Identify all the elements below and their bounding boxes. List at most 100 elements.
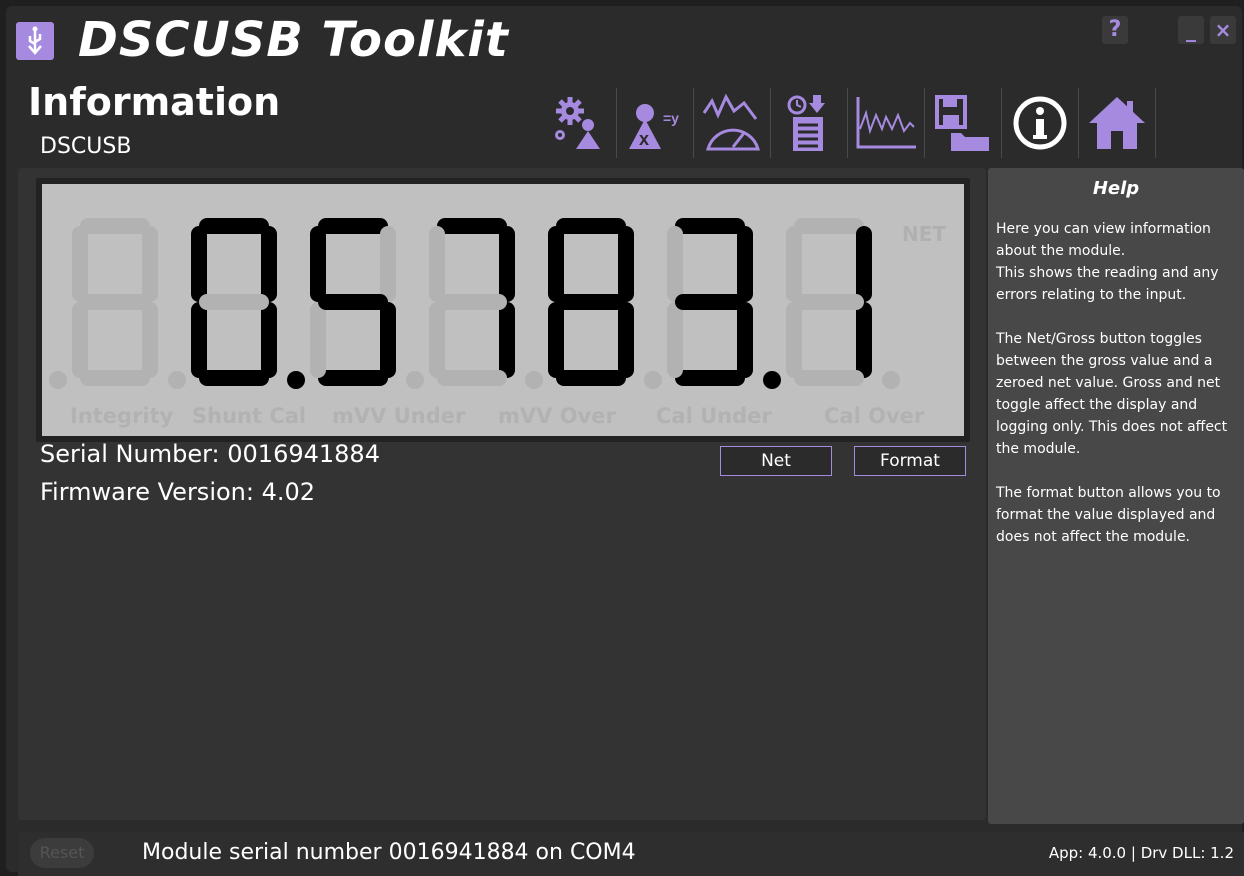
net-indicator: NET	[902, 222, 947, 246]
lcd-segment-g	[199, 294, 269, 310]
gauge-icon[interactable]	[694, 88, 771, 158]
flag-cal-over: Cal Over	[824, 404, 925, 428]
reset-button[interactable]: Reset	[30, 838, 94, 868]
version-info: App: 4.0.0 | Drv DLL: 1.2	[1048, 844, 1234, 862]
svg-text:x: x	[639, 129, 649, 149]
lcd-segment-d	[199, 370, 269, 386]
datalog-icon[interactable]	[771, 88, 848, 158]
lcd-segment-a	[556, 218, 626, 234]
lcd-decimal-point	[49, 371, 67, 389]
firmware-version-row: Firmware Version: 4.02	[40, 478, 315, 506]
help-button[interactable]: ?	[1102, 16, 1128, 44]
close-button[interactable]: ×	[1210, 16, 1236, 44]
flag-mvv-over: mVV Over	[498, 404, 616, 428]
chart-icon[interactable]	[848, 88, 925, 158]
lcd-decimal-point	[644, 371, 662, 389]
lcd-segment-b	[380, 226, 396, 302]
lcd-segment-c	[856, 302, 872, 378]
lcd-segment-a	[80, 218, 150, 234]
lcd-segment-c	[380, 302, 396, 378]
help-title: Help	[1092, 178, 1140, 199]
info-icon[interactable]	[1002, 88, 1079, 158]
lcd-segment-g	[675, 294, 745, 310]
lcd-segment-e	[548, 302, 564, 378]
flag-mvv-under: mVV Under	[332, 404, 466, 428]
lcd-segment-e	[310, 302, 326, 378]
lcd-segment-e	[786, 302, 802, 378]
lcd-segment-a	[199, 218, 269, 234]
serial-number-label: Serial Number:	[40, 440, 220, 468]
firmware-version-label: Firmware Version:	[40, 478, 254, 506]
lcd-segment-b	[618, 226, 634, 302]
lcd-segment-e	[429, 302, 445, 378]
status-bar: Reset Module serial number 0016941884 on…	[18, 832, 1244, 876]
help-text: Here you can view information about the …	[996, 221, 1228, 545]
format-button[interactable]: Format	[854, 446, 966, 476]
lcd-segment-a	[437, 218, 507, 234]
flag-integrity: Integrity	[70, 404, 174, 428]
lcd-segment-d	[794, 370, 864, 386]
lcd-segment-f	[191, 226, 207, 302]
lcd-screen: NET Integrity Shunt Cal mVV Under mVV Ov…	[42, 184, 964, 436]
lcd-segment-b	[737, 226, 753, 302]
lcd-segment-c	[142, 302, 158, 378]
calculate-icon[interactable]: x =y	[617, 88, 694, 158]
usb-app-icon	[16, 22, 54, 60]
lcd-segment-c	[261, 302, 277, 378]
serial-number-row: Serial Number: 0016941884	[40, 440, 380, 468]
help-panel: Help Here you can view information about…	[988, 168, 1244, 824]
lcd-segment-e	[191, 302, 207, 378]
lcd-segment-g	[794, 294, 864, 310]
lcd-segment-f	[429, 226, 445, 302]
lcd-segment-f	[667, 226, 683, 302]
lcd-decimal-point	[406, 371, 424, 389]
lcd-segment-e	[72, 302, 88, 378]
lcd-decimal-point	[168, 371, 186, 389]
status-message: Module serial number 0016941884 on COM4	[142, 840, 636, 865]
save-load-icon[interactable]	[925, 88, 1002, 158]
lcd-digits	[49, 218, 900, 389]
lcd-segment-b	[499, 226, 515, 302]
lcd-segment-e	[667, 302, 683, 378]
lcd-segment-d	[675, 370, 745, 386]
minimize-button[interactable]: _	[1178, 16, 1204, 44]
settings-icon[interactable]	[540, 88, 617, 158]
lcd-segment-a	[675, 218, 745, 234]
page-subtitle: DSCUSB	[40, 134, 132, 159]
lcd-segment-b	[856, 226, 872, 302]
lcd-segment-g	[318, 294, 388, 310]
lcd-segment-d	[437, 370, 507, 386]
lcd-segment-d	[80, 370, 150, 386]
flag-shunt-cal: Shunt Cal	[192, 404, 307, 428]
lcd-segment-f	[72, 226, 88, 302]
flag-cal-under: Cal Under	[656, 404, 772, 428]
home-icon[interactable]	[1079, 88, 1156, 158]
title-bar: DSCUSB Toolkit ? _ ×	[6, 6, 1242, 76]
lcd-segment-a	[318, 218, 388, 234]
lcd-segment-g	[80, 294, 150, 310]
firmware-version-value: 4.02	[261, 478, 316, 506]
lcd-segment-g	[556, 294, 626, 310]
lcd-decimal-point	[882, 371, 900, 389]
lcd-decimal-point	[525, 371, 543, 389]
lcd-segment-c	[499, 302, 515, 378]
lcd-decimal-point	[287, 371, 305, 389]
svg-text:=y: =y	[663, 110, 679, 126]
lcd-display: NET Integrity Shunt Cal mVV Under mVV Ov…	[36, 178, 970, 442]
lcd-segment-d	[318, 370, 388, 386]
lcd-segment-a	[794, 218, 864, 234]
toolbar: x =y	[540, 88, 1156, 158]
page-title: Information	[28, 80, 281, 124]
net-button[interactable]: Net	[720, 446, 832, 476]
lcd-segment-b	[142, 226, 158, 302]
lcd-segment-b	[261, 226, 277, 302]
lcd-segment-c	[618, 302, 634, 378]
app-window: DSCUSB Toolkit ? _ × Information DSCUSB	[6, 6, 1244, 876]
lcd-segment-c	[737, 302, 753, 378]
lcd-decimal-point	[763, 371, 781, 389]
lcd-segment-g	[437, 294, 507, 310]
lcd-segment-f	[786, 226, 802, 302]
lcd-segment-f	[310, 226, 326, 302]
lcd-segment-d	[556, 370, 626, 386]
app-title: DSCUSB Toolkit	[78, 12, 509, 68]
